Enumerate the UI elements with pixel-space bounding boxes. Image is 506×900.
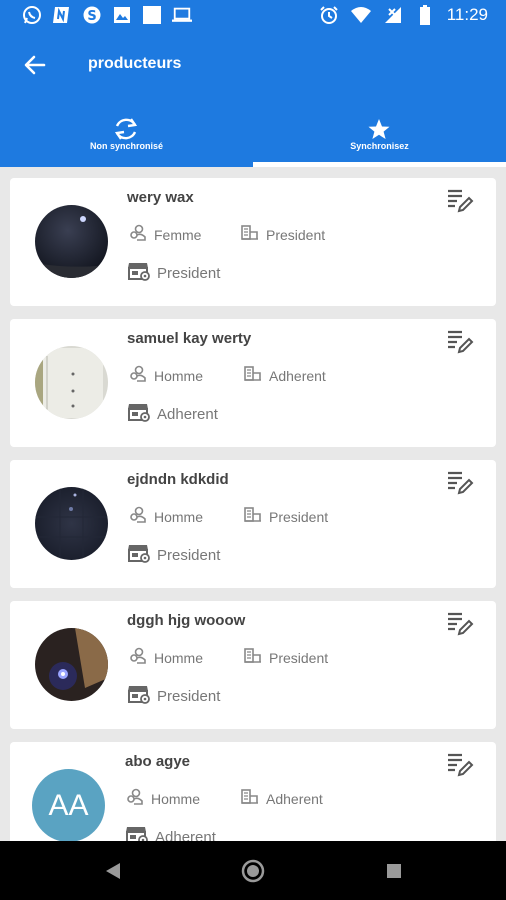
no-signal-icon xyxy=(383,5,403,25)
group-role-label: President xyxy=(157,687,221,705)
gender-icon xyxy=(128,364,154,387)
badge-icon xyxy=(240,787,266,810)
gender-row: Homme xyxy=(128,646,203,669)
tab-bar: Non synchronisé Synchronisez xyxy=(0,100,506,167)
producer-card[interactable]: AA abo agye Homme Adherent Adherent xyxy=(10,742,496,841)
arrow-back-icon[interactable] xyxy=(22,52,48,78)
producer-card[interactable]: wery wax Femme President President xyxy=(10,178,496,306)
role-label: President xyxy=(269,508,329,525)
badge-icon xyxy=(243,505,269,528)
group-role-label: Adherent xyxy=(155,828,216,842)
gender-icon xyxy=(128,505,154,528)
wifi-icon xyxy=(350,5,371,25)
image-icon xyxy=(112,5,132,25)
edit-note-icon[interactable] xyxy=(446,752,474,778)
tab-label: Synchronisez xyxy=(350,141,409,151)
role-label: Adherent xyxy=(269,367,326,384)
page-title: producteurs xyxy=(88,55,182,72)
group-role-row: President xyxy=(127,260,220,286)
role-label: Adherent xyxy=(266,790,323,807)
gender-icon xyxy=(125,787,151,810)
clock: 11:29 xyxy=(446,5,488,24)
gender-label: Homme xyxy=(154,367,204,384)
gender-icon xyxy=(128,646,154,669)
role-row: Adherent xyxy=(243,364,326,387)
edit-note-icon[interactable] xyxy=(446,470,474,496)
sync-icon xyxy=(111,114,141,144)
app-bar: producteurs xyxy=(0,30,506,100)
badge-icon xyxy=(243,646,269,669)
role-row: President xyxy=(243,646,328,669)
producer-card[interactable]: ejdndn kdkdid Homme President President xyxy=(10,460,496,588)
gender-row: Homme xyxy=(128,505,203,528)
tab-label: Non synchronisé xyxy=(89,141,163,151)
role-row: President xyxy=(243,505,328,528)
edit-note-icon[interactable] xyxy=(446,188,474,214)
store-icon xyxy=(127,542,157,568)
store-icon xyxy=(127,401,157,427)
status-right: 11:29 xyxy=(319,5,488,25)
status-bar: S 11:29 xyxy=(0,0,506,30)
n-app-icon xyxy=(52,5,72,25)
producer-list[interactable]: wery wax Femme President President samue… xyxy=(0,167,506,841)
alarm-icon xyxy=(319,5,339,25)
gender-label: Homme xyxy=(154,508,204,525)
whatsapp-icon xyxy=(22,5,42,25)
battery-icon xyxy=(415,5,435,25)
gender-row: Homme xyxy=(128,364,203,387)
avatar xyxy=(35,628,108,701)
star-icon xyxy=(364,114,394,144)
producer-name: dggh hjg wooow xyxy=(127,612,246,629)
group-role-label: President xyxy=(157,264,221,282)
group-role-row: President xyxy=(127,683,220,709)
role-label: President xyxy=(269,649,329,666)
gender-label: Femme xyxy=(154,226,202,243)
group-role-row: Adherent xyxy=(127,401,218,427)
home-circle-icon[interactable] xyxy=(240,858,266,884)
producer-name: samuel kay werty xyxy=(127,330,252,347)
tab-non-synchronise[interactable]: Non synchronisé xyxy=(0,100,253,167)
tab-synchronisez[interactable]: Synchronisez xyxy=(253,100,506,167)
avatar xyxy=(35,205,108,278)
status-left-icons: S xyxy=(22,5,192,25)
gender-label: Homme xyxy=(151,790,201,807)
avatar xyxy=(35,346,108,419)
recents-square-icon[interactable] xyxy=(381,858,407,884)
store-icon xyxy=(127,260,157,286)
edit-note-icon[interactable] xyxy=(446,329,474,355)
gender-label: Homme xyxy=(154,649,204,666)
gender-row: Femme xyxy=(128,223,201,246)
avatar xyxy=(35,487,108,560)
producer-name: wery wax xyxy=(127,189,194,206)
system-nav-bar xyxy=(0,841,506,900)
producer-name: ejdndn kdkdid xyxy=(127,471,229,488)
skype-icon: S xyxy=(82,5,102,25)
group-role-row: President xyxy=(127,542,220,568)
group-role-label: Adherent xyxy=(157,405,218,423)
square-icon xyxy=(142,5,162,25)
avatar: AA xyxy=(32,769,105,841)
producer-name: abo agye xyxy=(125,753,191,770)
gender-row: Homme xyxy=(125,787,200,810)
svg-text:S: S xyxy=(87,9,96,24)
group-role-label: President xyxy=(157,546,221,564)
producer-card[interactable]: samuel kay werty Homme Adherent Adherent xyxy=(10,319,496,447)
badge-icon xyxy=(243,364,269,387)
group-role-row: Adherent xyxy=(125,824,216,841)
gender-icon xyxy=(128,223,154,246)
edit-note-icon[interactable] xyxy=(446,611,474,637)
store-icon xyxy=(127,683,157,709)
role-row: Adherent xyxy=(240,787,323,810)
role-row: President xyxy=(240,223,325,246)
badge-icon xyxy=(240,223,266,246)
producer-card[interactable]: dggh hjg wooow Homme President President xyxy=(10,601,496,729)
laptop-icon xyxy=(172,5,192,25)
back-triangle-icon[interactable] xyxy=(100,858,126,884)
store-icon xyxy=(125,824,155,841)
role-label: President xyxy=(266,226,326,243)
